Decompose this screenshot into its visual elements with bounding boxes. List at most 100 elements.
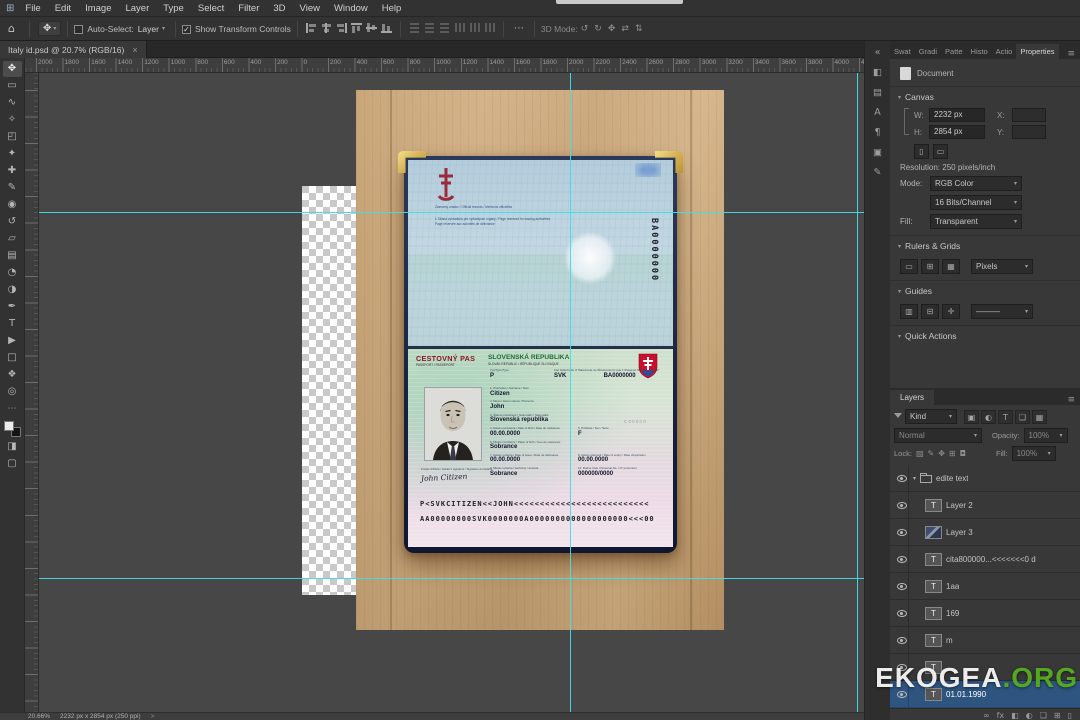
layer-name[interactable]: 169 <box>946 609 959 618</box>
blend-mode-select[interactable]: Normal ▾ <box>894 428 982 443</box>
current-tool-button[interactable]: ✥ ▾ <box>37 21 62 36</box>
lock-transparency-icon[interactable]: ▨ <box>916 449 924 458</box>
y-field[interactable] <box>1012 125 1046 139</box>
menu-3d[interactable]: 3D <box>266 3 292 14</box>
document-tab[interactable]: Italy id.psd @ 20.7% (RGB/16) × <box>0 41 147 58</box>
text-layer-thumbnail[interactable]: T <box>925 633 942 647</box>
layer-group-icon[interactable]: ❏ <box>1040 711 1047 720</box>
quick-mask-icon[interactable]: ◨ <box>3 439 22 455</box>
distribute-horizontal-center-icon[interactable] <box>468 22 480 33</box>
clone-source-panel-icon[interactable]: ▣ <box>869 144 887 161</box>
healing-brush-tool[interactable]: ✚ <box>3 163 22 179</box>
lock-all-icon[interactable]: ◘ <box>960 449 966 458</box>
menu-filter[interactable]: Filter <box>231 3 266 14</box>
blur-tool[interactable]: ◔ <box>3 265 22 281</box>
3d-scale-icon[interactable]: ⇅ <box>635 24 643 34</box>
distribute-vertical-center-icon[interactable] <box>423 22 435 33</box>
libraries-panel-icon[interactable]: ▤ <box>869 84 887 101</box>
horizontal-guide[interactable] <box>39 212 864 213</box>
layer-filter-kind-select[interactable]: Kind ▾ <box>905 409 957 424</box>
shape-tool[interactable]: □ <box>3 350 22 366</box>
filter-adjustment-layers-icon[interactable]: ◐ <box>981 409 996 424</box>
panel-tab-history[interactable]: Histo <box>967 44 992 59</box>
brush-tool[interactable]: ✎ <box>3 180 22 196</box>
portrait-orientation-icon[interactable]: ▯ <box>914 144 929 159</box>
guides-section-header[interactable]: ▾ Guides <box>890 280 1080 300</box>
panel-tab-patterns[interactable]: Patte <box>941 44 967 59</box>
filter-shape-layers-icon[interactable]: ❏ <box>1015 409 1030 424</box>
distribute-left-icon[interactable] <box>453 22 465 33</box>
bit-depth-select[interactable]: 16 Bits/Channel ▾ <box>930 195 1022 210</box>
clone-stamp-tool[interactable]: ◉ <box>3 197 22 213</box>
layer-row[interactable]: ▾ T cita800000...<<<<<<<0 d <box>890 546 1080 573</box>
auto-select-dropdown[interactable]: Layer ▾ <box>138 24 165 34</box>
type-tool[interactable]: T <box>3 316 22 332</box>
fill-select[interactable]: 100% ▾ <box>1011 446 1056 461</box>
paragraph-panel-icon[interactable]: ¶ <box>869 124 887 141</box>
text-layer-thumbnail[interactable]: T <box>925 498 942 512</box>
menu-layer[interactable]: Layer <box>118 3 156 14</box>
distribute-top-icon[interactable] <box>408 22 420 33</box>
toggle-rulers-icon[interactable]: ▭ <box>900 259 918 274</box>
layer-row[interactable]: ▾ T 169 <box>890 600 1080 627</box>
delete-layer-icon[interactable]: ▯ <box>1068 711 1072 720</box>
auto-select-checkbox[interactable] <box>74 25 84 34</box>
align-vertical-center-icon[interactable] <box>365 22 377 33</box>
layer-name[interactable]: Layer 2 <box>946 501 973 510</box>
close-icon[interactable]: × <box>132 45 137 55</box>
character-panel-icon[interactable]: A <box>869 104 887 121</box>
panel-menu-icon[interactable]: ≡ <box>1062 49 1080 59</box>
menu-window[interactable]: Window <box>327 3 375 14</box>
landscape-orientation-icon[interactable]: ▭ <box>933 144 948 159</box>
lock-position-icon[interactable]: ✥ <box>938 449 945 458</box>
filter-pixel-layers-icon[interactable]: ▣ <box>964 409 979 424</box>
layer-row[interactable]: ▾ T edite text <box>890 465 1080 492</box>
layer-name[interactable]: Layer 3 <box>946 528 973 537</box>
layer-name[interactable]: cita800000...<<<<<<<0 d <box>946 555 1036 564</box>
lock-artboard-icon[interactable]: ⊞ <box>949 449 956 458</box>
clear-guides-icon[interactable]: ✛ <box>942 304 960 319</box>
zoom-level-field[interactable]: 20.66% <box>28 713 50 720</box>
lasso-tool[interactable]: ∿ <box>3 95 22 111</box>
vertical-guide[interactable] <box>857 73 858 712</box>
3d-rotate-icon[interactable]: ↺ <box>581 24 589 34</box>
height-field[interactable]: 2854 px <box>929 125 985 139</box>
layer-name[interactable]: 1aa <box>946 582 959 591</box>
brushes-panel-icon[interactable]: ✎ <box>869 164 887 181</box>
screen-mode-icon[interactable]: ▢ <box>3 456 22 472</box>
rulers-grids-section-header[interactable]: ▾ Rulers & Grids <box>890 235 1080 255</box>
layer-visibility-eye[interactable] <box>896 501 907 509</box>
text-layer-thumbnail[interactable]: T <box>925 606 942 620</box>
image-layer-thumbnail[interactable] <box>925 525 942 539</box>
horizontal-ruler[interactable]: 2000 1800 1600 1400 1200 1000 800 600 400 200 0 200… <box>25 58 876 73</box>
adjustments-panel-icon[interactable]: ◧ <box>869 64 887 81</box>
menu-file[interactable]: File <box>18 3 47 14</box>
filter-smart-objects-icon[interactable]: ▦ <box>1032 409 1047 424</box>
layer-name[interactable]: m <box>946 636 953 645</box>
distribute-bottom-icon[interactable] <box>438 22 450 33</box>
link-layers-icon[interactable]: ∞ <box>983 711 990 720</box>
more-options-icon[interactable]: ⋯ <box>514 23 524 34</box>
text-layer-thumbnail[interactable]: T <box>925 579 942 593</box>
path-selection-tool[interactable]: ▶ <box>3 333 22 349</box>
width-field[interactable]: 2232 px <box>929 108 985 122</box>
crop-tool[interactable]: ◰ <box>3 129 22 145</box>
align-horizontal-center-icon[interactable] <box>320 22 332 33</box>
3d-slide-icon[interactable]: ⇄ <box>621 24 629 34</box>
dodge-tool[interactable]: ◑ <box>3 282 22 298</box>
menu-edit[interactable]: Edit <box>48 3 78 14</box>
move-tool[interactable]: ✥ <box>2 61 22 77</box>
eyedropper-tool[interactable]: ✦ <box>3 146 22 162</box>
3d-drag-icon[interactable]: ✥ <box>608 24 616 34</box>
lock-pixels-icon[interactable]: ✎ <box>928 449 935 458</box>
panel-tab-actions[interactable]: Actio <box>992 44 1017 59</box>
ruler-units-select[interactable]: Pixels ▾ <box>971 259 1033 274</box>
hand-tool[interactable]: ❖ <box>3 367 22 383</box>
layer-visibility-eye[interactable] <box>896 474 907 482</box>
zoom-tool[interactable]: ◎ <box>3 384 22 400</box>
edit-toolbar-icon[interactable]: ⋯ <box>8 404 17 414</box>
panel-tab-gradients[interactable]: Gradi <box>915 44 941 59</box>
menu-select[interactable]: Select <box>191 3 231 14</box>
object-selection-tool[interactable]: ✧ <box>3 112 22 128</box>
history-brush-tool[interactable]: ↺ <box>3 214 22 230</box>
